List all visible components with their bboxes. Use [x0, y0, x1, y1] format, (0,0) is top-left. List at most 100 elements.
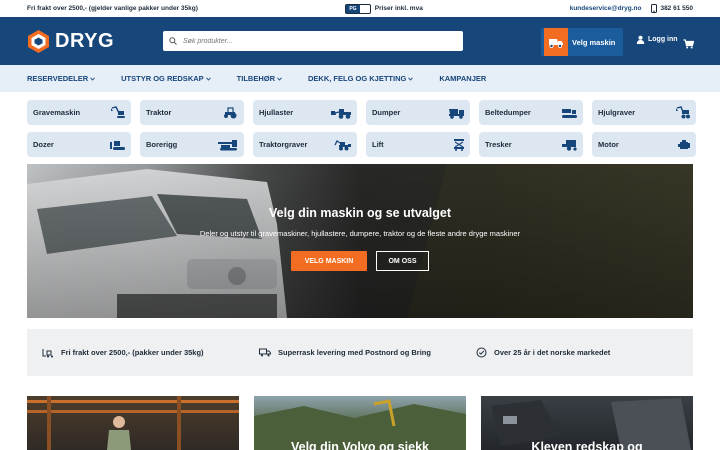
search-input[interactable]	[183, 37, 443, 45]
nav-item-label: KAMPANJER	[439, 74, 487, 83]
cart-icon	[683, 39, 695, 49]
delivery-truck-icon	[259, 348, 271, 357]
vat-toggle[interactable]: PG	[344, 3, 371, 14]
track-dumper-icon	[562, 108, 577, 118]
hero-buttons: VELG MASKIN OM OSS	[291, 251, 429, 271]
engine-icon	[678, 139, 690, 149]
nav-item-label: DEKK, FELG OG KJETTING	[308, 74, 407, 83]
category-label: Beltedumper	[485, 108, 531, 117]
truck-badge	[544, 28, 568, 56]
dump-truck-icon	[549, 38, 563, 48]
nav-item-label: UTSTYR OG REDSKAP	[121, 74, 204, 83]
velg-maskin-button[interactable]: Velg maskin	[541, 28, 623, 56]
category-label: Traktorgraver	[259, 140, 308, 149]
nav-item-label: TILBEHØR	[236, 74, 275, 83]
wheeled-excavator-icon	[676, 106, 690, 119]
category-label: Hjulgraver	[598, 108, 636, 117]
dumper-icon	[449, 108, 464, 119]
category-label: Dumper	[372, 108, 401, 117]
category-label: Tresker	[485, 140, 512, 149]
usp-item: Fri frakt over 2500,- (pakker under 35kg…	[42, 348, 204, 358]
drill-rig-icon	[218, 139, 237, 150]
backhoe-icon	[334, 139, 351, 150]
nav-item-label: RESERVEDELER	[27, 74, 89, 83]
category-traktor[interactable]: Traktor	[140, 100, 244, 125]
promo-tiles: Velg din Volvo og sjekk Kleven redskap o…	[27, 396, 693, 450]
category-tresker[interactable]: Tresker	[479, 132, 583, 157]
nav-item-utstyr-og-redskap[interactable]: UTSTYR OG REDSKAP	[121, 74, 211, 83]
lift-icon	[454, 139, 464, 151]
phone-icon	[651, 4, 658, 13]
category-label: Gravemaskin	[33, 108, 81, 117]
usp-item: Over 25 år i det norske markedet	[476, 347, 610, 358]
usp-text: Fri frakt over 2500,- (pakker under 35kg…	[61, 348, 204, 357]
category-traktorgraver[interactable]: Traktorgraver	[253, 132, 357, 157]
logo-mark-icon	[28, 29, 49, 53]
promo-tile[interactable]: Velg din Volvo og sjekk	[254, 396, 466, 450]
cart-button[interactable]	[683, 36, 695, 54]
hero-subtitle: Deler og utstyr til gravemaskiner, hjull…	[199, 229, 521, 238]
phone-number: 382 61 550	[660, 5, 693, 12]
category-dozer[interactable]: Dozer	[27, 132, 131, 157]
login-label: Logg inn	[648, 36, 678, 43]
velg-maskin-label: Velg maskin	[572, 37, 616, 47]
category-motor[interactable]: Motor	[592, 132, 696, 157]
logo[interactable]: DRYG	[27, 29, 114, 54]
promo-tile-text: Kleven redskap og	[531, 440, 643, 450]
category-dumper[interactable]: Dumper	[366, 100, 470, 125]
wheel-loader-icon	[331, 108, 351, 119]
usp-text: Over 25 år i det norske markedet	[494, 348, 611, 357]
category-label: Motor	[598, 140, 619, 149]
warehouse-photo	[27, 396, 239, 450]
promo-tile[interactable]	[27, 396, 239, 450]
category-gravemaskin[interactable]: Gravemaskin	[27, 100, 131, 125]
nav-item-tilbehor[interactable]: TILBEHØR	[237, 74, 282, 83]
nav-item-kampanjer[interactable]: KAMPANJER	[439, 74, 486, 83]
category-label: Traktor	[146, 108, 172, 117]
om-oss-button[interactable]: OM OSS	[376, 251, 429, 271]
shipping-note: Fri frakt over 2500,- (gjelder vanlige p…	[27, 5, 198, 12]
nav-item-dekk-felg-kjetting[interactable]: DEKK, FELG OG KJETTING	[308, 74, 414, 83]
chevron-down-icon	[205, 76, 211, 81]
usp-bar: Fri frakt over 2500,- (pakker under 35kg…	[27, 329, 693, 376]
category-label: Hjullaster	[259, 108, 294, 117]
category-grid: Gravemaskin Traktor Hjullaster Dumper Be…	[0, 92, 720, 157]
hero-title: Velg din maskin og se utvalget	[269, 206, 451, 220]
chevron-down-icon	[277, 76, 282, 81]
category-hjullaster[interactable]: Hjullaster	[253, 100, 357, 125]
brand-name: DRYG	[55, 29, 115, 52]
category-label: Lift	[372, 140, 384, 149]
category-borerigg[interactable]: Borerigg	[140, 132, 244, 157]
harvester-icon	[562, 140, 577, 151]
category-beltedumper[interactable]: Beltedumper	[479, 100, 583, 125]
forklift-icon	[42, 348, 53, 357]
main-nav: RESERVEDELER UTSTYR OG REDSKAP TILBEHØR …	[0, 65, 720, 92]
login-button[interactable]: Logg inn	[636, 35, 678, 44]
hero-banner: Velg din maskin og se utvalget Deler og …	[27, 164, 693, 318]
vat-toggle-label: PG	[345, 4, 361, 13]
badge-check-icon	[476, 347, 487, 358]
top-bar: Fri frakt over 2500,- (gjelder vanlige p…	[0, 0, 720, 17]
nav-item-reservedeler[interactable]: RESERVEDELER	[27, 74, 95, 83]
excavator-icon	[111, 106, 125, 118]
usp-text: Superrask levering med Postnord og Bring	[278, 348, 431, 357]
category-lift[interactable]: Lift	[366, 132, 470, 157]
category-label: Borerigg	[146, 140, 178, 149]
chevron-down-icon	[408, 76, 414, 81]
tractor-icon	[224, 107, 237, 119]
price-toggle-group: PG Priser inkl. mva	[344, 3, 423, 14]
promo-tile-text: Velg din Volvo og sjekk	[290, 440, 429, 450]
promo-tile[interactable]: Kleven redskap og	[481, 396, 693, 450]
price-note: Priser inkl. mva	[374, 5, 423, 12]
search-bar[interactable]	[163, 31, 463, 51]
contact-info: kundeservice@dryg.no 382 61 550	[570, 4, 693, 13]
velg-maskin-cta-button[interactable]: VELG MASKIN	[291, 251, 367, 271]
phone[interactable]: 382 61 550	[651, 4, 693, 13]
category-label: Dozer	[33, 140, 54, 149]
category-hjulgraver[interactable]: Hjulgraver	[592, 100, 696, 125]
chevron-down-icon	[90, 76, 95, 81]
usp-item: Superrask levering med Postnord og Bring	[259, 348, 431, 357]
search-icon	[169, 37, 177, 45]
user-icon	[636, 35, 645, 44]
email-link[interactable]: kundeservice@dryg.no	[570, 5, 642, 12]
